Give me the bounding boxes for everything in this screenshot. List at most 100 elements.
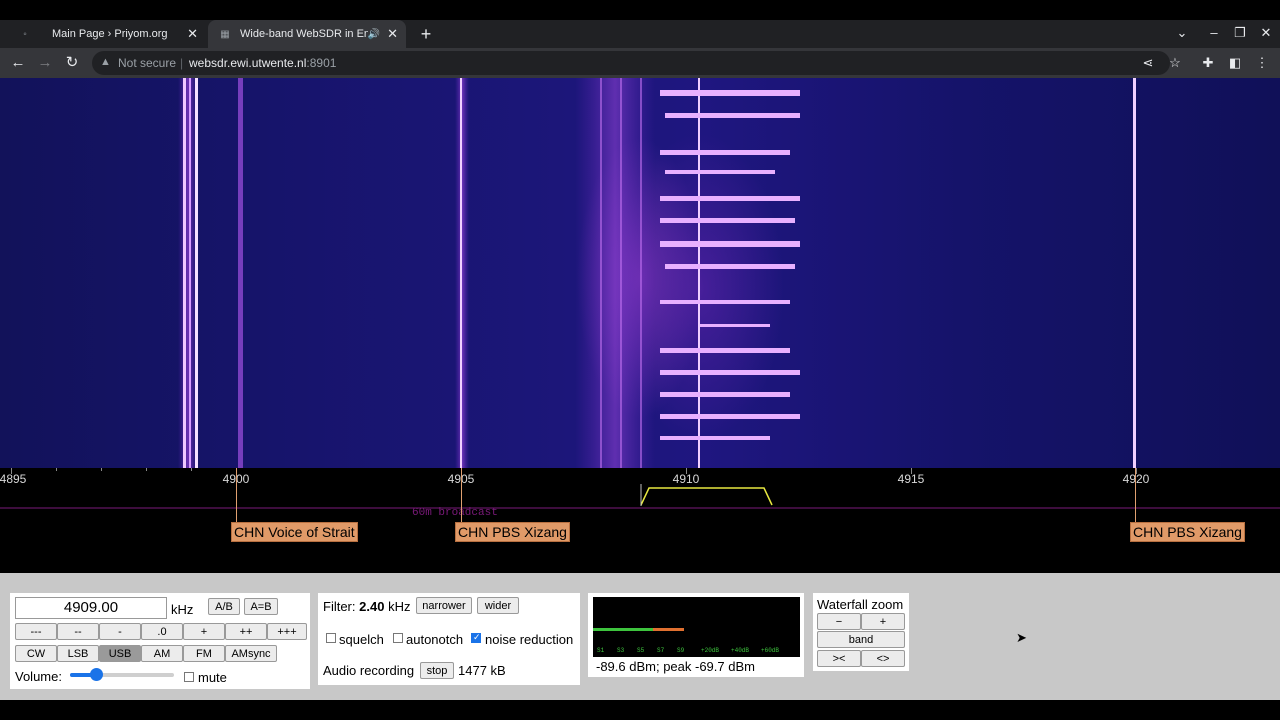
noise-reduction-checkbox[interactable] bbox=[471, 632, 481, 643]
signal-trace bbox=[238, 78, 243, 468]
smeter-bar-green bbox=[593, 628, 653, 631]
menu-icon[interactable]: ⋮ bbox=[1253, 54, 1271, 72]
tab-title: Main Page › Priyom.org bbox=[52, 28, 168, 40]
smeter-scale-label: S1 bbox=[597, 647, 605, 654]
tick bbox=[56, 468, 57, 471]
waterfall-display[interactable] bbox=[0, 78, 1280, 468]
tab-priyom[interactable]: ◦ Main Page › Priyom.org ✕ bbox=[8, 20, 206, 48]
data-burst bbox=[665, 170, 775, 174]
data-burst-group bbox=[660, 90, 800, 440]
smeter-reading: -89.6 dBm; peak -69.7 dBm bbox=[596, 659, 755, 674]
squelch-label: squelch bbox=[339, 632, 384, 647]
ab-button[interactable]: A/B bbox=[208, 598, 240, 615]
smeter-scale-label: +20dB bbox=[701, 647, 720, 654]
zoom-out-button[interactable]: − bbox=[817, 613, 861, 630]
frequency-input[interactable]: 4909.00 bbox=[15, 597, 167, 619]
data-burst bbox=[660, 90, 800, 96]
autonotch-checkbox[interactable] bbox=[393, 633, 403, 643]
tick-label: 4895 bbox=[0, 472, 27, 486]
round-frequency-button[interactable]: .0 bbox=[141, 623, 183, 640]
a-equals-b-button[interactable]: A=B bbox=[244, 598, 278, 615]
tick bbox=[146, 468, 147, 471]
zoom-band-button[interactable]: band bbox=[817, 631, 905, 648]
mute-checkbox[interactable] bbox=[184, 672, 194, 682]
step-down-small-button[interactable]: - bbox=[99, 623, 141, 640]
signal-trace bbox=[620, 78, 622, 468]
step-up-medium-button[interactable]: ++ bbox=[225, 623, 267, 640]
volume-thumb[interactable] bbox=[90, 668, 103, 681]
close-icon[interactable]: ✕ bbox=[387, 26, 398, 42]
data-burst bbox=[660, 218, 795, 223]
reload-icon[interactable]: ↻ bbox=[62, 53, 82, 73]
step-up-small-button[interactable]: + bbox=[183, 623, 225, 640]
share-icon[interactable]: ⋖ bbox=[1139, 54, 1157, 72]
restore-icon[interactable]: ❐ bbox=[1230, 25, 1250, 41]
smeter-display: S1 S3 S5 S7 S9 +20dB +40dB +60dB bbox=[593, 597, 800, 657]
filter-text: Filter: 2.40 kHz bbox=[323, 599, 410, 614]
signal-trace bbox=[183, 78, 186, 468]
warning-icon[interactable]: ▲ bbox=[100, 56, 111, 68]
tuning-panel: 4909.00 kHz A/B A=B --- -- - .0 + ++ +++… bbox=[10, 593, 310, 689]
signal-trace bbox=[189, 78, 191, 468]
step-down-medium-button[interactable]: -- bbox=[57, 623, 99, 640]
data-burst bbox=[660, 392, 790, 397]
step-down-large-button[interactable]: --- bbox=[15, 623, 57, 640]
tab-strip: ◦ Main Page › Priyom.org ✕ ▦ Wide-band W… bbox=[0, 20, 1280, 48]
data-burst bbox=[700, 324, 770, 327]
noise-reduction-label: noise reduction bbox=[485, 632, 574, 647]
address-bar[interactable]: ▲ Not secure | websdr.ewi.utwente.nl:890… bbox=[92, 51, 1170, 75]
smeter-scale-label: S5 bbox=[637, 647, 645, 654]
zoom-narrow-button[interactable]: >< bbox=[817, 650, 861, 667]
forward-icon[interactable]: → bbox=[35, 53, 55, 73]
security-label[interactable]: Not secure bbox=[118, 56, 176, 70]
signal-trace bbox=[698, 78, 700, 468]
passband-indicator[interactable] bbox=[640, 487, 773, 506]
signal-trace bbox=[640, 78, 642, 468]
frequency-scale[interactable]: 4895 4900 4905 4910 4915 4920 60m broadc… bbox=[0, 468, 1280, 573]
tab-title: Wide-band WebSDR in Ensch bbox=[240, 28, 368, 40]
mode-am-button[interactable]: AM bbox=[141, 645, 183, 662]
signal-trace bbox=[1133, 78, 1136, 468]
zoom-widen-button[interactable]: <> bbox=[861, 650, 905, 667]
tick bbox=[101, 468, 102, 471]
signal-trace bbox=[600, 78, 602, 468]
data-burst bbox=[660, 196, 800, 201]
url-text[interactable]: websdr.ewi.utwente.nl:8901 bbox=[189, 56, 336, 70]
mode-usb-button[interactable]: USB bbox=[99, 645, 141, 662]
filter-label: Filter: bbox=[323, 599, 356, 614]
speaker-icon[interactable]: 🔊 bbox=[368, 29, 380, 40]
frequency-unit: kHz bbox=[171, 602, 194, 617]
mode-fm-button[interactable]: FM bbox=[183, 645, 225, 662]
station-marker bbox=[236, 468, 237, 522]
station-label[interactable]: CHN PBS Xizang bbox=[455, 522, 570, 542]
mode-lsb-button[interactable]: LSB bbox=[57, 645, 99, 662]
mode-amsync-button[interactable]: AMsync bbox=[225, 645, 277, 662]
mode-cw-button[interactable]: CW bbox=[15, 645, 57, 662]
narrower-button[interactable]: narrower bbox=[416, 597, 472, 614]
side-panel-icon[interactable]: ◧ bbox=[1226, 54, 1244, 72]
station-label[interactable]: CHN PBS Xizang bbox=[1130, 522, 1245, 542]
new-tab-button[interactable]: + bbox=[416, 24, 436, 44]
tab-websdr[interactable]: ▦ Wide-band WebSDR in Ensch 🔊 ✕ bbox=[208, 20, 406, 48]
data-burst bbox=[665, 113, 800, 118]
wider-button[interactable]: wider bbox=[477, 597, 519, 614]
station-label[interactable]: CHN Voice of Strait bbox=[231, 522, 358, 542]
signal-band bbox=[575, 78, 655, 468]
zoom-in-button[interactable]: + bbox=[861, 613, 905, 630]
close-window-icon[interactable]: ✕ bbox=[1256, 25, 1276, 41]
star-icon[interactable]: ☆ bbox=[1166, 54, 1184, 72]
separator: | bbox=[180, 56, 184, 70]
close-icon[interactable]: ✕ bbox=[187, 26, 198, 42]
back-icon[interactable]: ← bbox=[8, 53, 28, 73]
chevron-down-icon[interactable]: ⌄ bbox=[1172, 25, 1192, 41]
minimize-icon[interactable]: – bbox=[1204, 25, 1224, 40]
signal-trace bbox=[460, 78, 462, 468]
data-burst bbox=[660, 414, 800, 419]
extensions-icon[interactable]: ✚ bbox=[1199, 54, 1217, 72]
squelch-checkbox[interactable] bbox=[326, 633, 336, 643]
stop-recording-button[interactable]: stop bbox=[420, 662, 454, 679]
volume-slider[interactable] bbox=[70, 668, 174, 681]
priyom-icon: ◦ bbox=[23, 28, 27, 40]
step-up-large-button[interactable]: +++ bbox=[267, 623, 307, 640]
waterfall-signals bbox=[178, 78, 1136, 468]
